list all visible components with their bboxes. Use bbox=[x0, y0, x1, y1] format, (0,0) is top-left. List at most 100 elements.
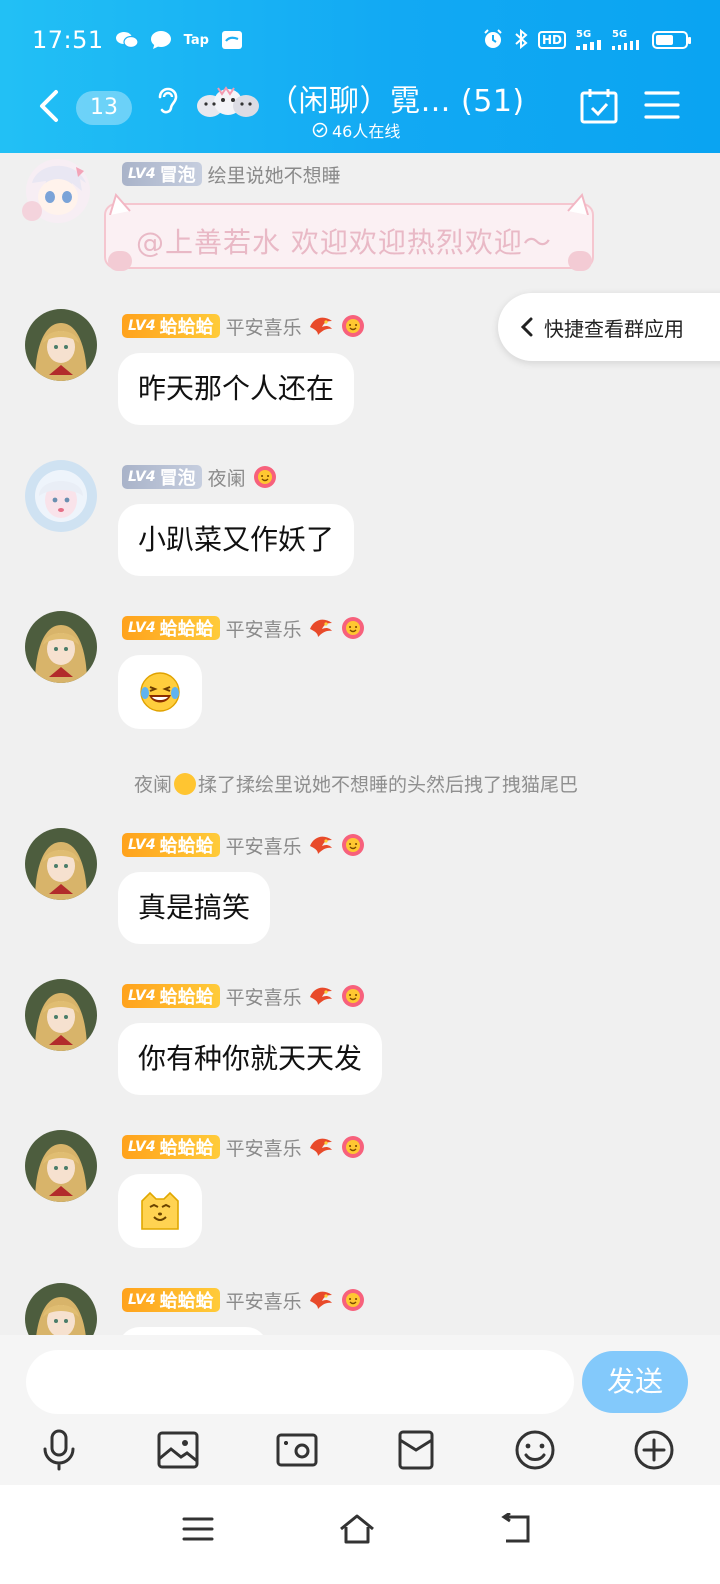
level-badge: LV4 冒泡 bbox=[122, 465, 202, 489]
level-label: LV4 bbox=[128, 469, 156, 485]
image-button[interactable] bbox=[155, 1427, 201, 1473]
level-badge: LV4 蛤蛤蛤 bbox=[122, 984, 220, 1008]
group-title[interactable]: （闲聊）霓… (51) bbox=[268, 76, 525, 120]
flower-icon bbox=[341, 1289, 364, 1311]
unread-count-badge[interactable]: 13 bbox=[76, 91, 132, 125]
avatar[interactable] bbox=[25, 309, 97, 381]
avatar[interactable] bbox=[25, 828, 97, 900]
badge-title: 蛤蛤蛤 bbox=[159, 836, 214, 857]
flower-icon bbox=[253, 466, 276, 488]
message-input[interactable] bbox=[26, 1350, 574, 1414]
message-bubble[interactable]: 真是搞笑 bbox=[118, 872, 271, 944]
quick-panel-label: 快捷查看群应用 bbox=[544, 316, 684, 341]
badge-title: 蛤蛤蛤 bbox=[159, 317, 214, 338]
avatar[interactable] bbox=[25, 1283, 97, 1335]
dragon-icon bbox=[309, 1291, 332, 1309]
signal-5g-icon: 5G bbox=[612, 30, 642, 50]
group-avatar[interactable] bbox=[196, 76, 260, 122]
message-icon bbox=[150, 30, 172, 50]
level-label: LV4 bbox=[128, 1292, 156, 1308]
sender-nick[interactable]: 平安喜乐 bbox=[226, 983, 302, 1010]
dragon-icon bbox=[309, 1138, 332, 1156]
flower-icon bbox=[341, 1136, 364, 1158]
plus-circle-icon bbox=[634, 1430, 674, 1470]
sender-nick[interactable]: 平安喜乐 bbox=[226, 1134, 302, 1161]
hd-icon: HD bbox=[537, 31, 566, 49]
dragon-icon bbox=[309, 317, 332, 335]
paw-icon bbox=[108, 251, 132, 271]
level-label: LV4 bbox=[128, 837, 156, 853]
message-meta: LV4 蛤蛤蛤 平安喜乐 bbox=[122, 1134, 366, 1160]
chevron-left-icon bbox=[520, 317, 533, 337]
dragon-icon bbox=[309, 836, 332, 854]
ear-icon[interactable] bbox=[155, 84, 181, 122]
alarm-icon bbox=[482, 28, 504, 53]
network-label: 5G bbox=[612, 29, 628, 40]
avatar[interactable] bbox=[18, 153, 102, 237]
status-bar: 17:51 Tap HD 5G 5G bbox=[32, 22, 691, 58]
system-nav-bar bbox=[0, 1485, 720, 1584]
calendar-button[interactable] bbox=[580, 88, 618, 128]
message-bubble[interactable]: 小趴菜又作妖了 bbox=[118, 504, 355, 576]
flower-icon bbox=[341, 834, 364, 856]
menu-icon bbox=[182, 1517, 214, 1541]
level-label: LV4 bbox=[128, 1139, 156, 1155]
red-packet-button[interactable] bbox=[393, 1427, 439, 1473]
check-circle-icon bbox=[312, 122, 328, 138]
cat-face-sticker-icon bbox=[141, 1191, 179, 1230]
title-bar: 13 （闲聊）霓… (51) 46人在线 bbox=[0, 72, 720, 142]
home-button[interactable] bbox=[337, 1509, 377, 1549]
microphone-icon bbox=[43, 1429, 75, 1471]
network-label: 5G bbox=[576, 29, 592, 40]
dragon-icon bbox=[309, 619, 332, 637]
badge-title: 蛤蛤蛤 bbox=[159, 1138, 214, 1159]
level-badge: LV4 蛤蛤蛤 bbox=[122, 833, 220, 857]
message-meta: LV4 冒泡 绘里说她不想睡 bbox=[122, 161, 341, 187]
sender-nick[interactable]: 夜阑 bbox=[208, 464, 246, 491]
menu-button[interactable] bbox=[644, 90, 680, 124]
sender-nick[interactable]: 平安喜乐 bbox=[226, 313, 302, 340]
input-toolbar bbox=[0, 1427, 720, 1473]
message-bubble[interactable]: 你有种你就天天发 bbox=[118, 1023, 383, 1095]
voice-button[interactable] bbox=[36, 1427, 82, 1473]
chat-message-list[interactable]: LV4 冒泡 绘里说她不想睡 @上善若水 欢迎欢迎热烈欢迎～ 快捷查看群应用 LV… bbox=[0, 153, 720, 1335]
flower-icon bbox=[341, 315, 364, 337]
sender-nick[interactable]: 平安喜乐 bbox=[226, 1287, 302, 1314]
hamburger-menu-icon bbox=[644, 91, 680, 119]
sender-nick[interactable]: 绘里说她不想睡 bbox=[208, 161, 341, 188]
camera-icon bbox=[276, 1433, 318, 1467]
system-text: 揉了揉绘里说她不想睡的头然后拽了拽猫尾巴 bbox=[198, 774, 579, 796]
level-label: LV4 bbox=[128, 620, 156, 636]
status-time: 17:51 bbox=[32, 26, 104, 54]
quick-group-apps-button[interactable]: 快捷查看群应用 bbox=[498, 293, 720, 361]
message-bubble[interactable] bbox=[118, 655, 202, 729]
camera-button[interactable] bbox=[274, 1427, 320, 1473]
avatar[interactable] bbox=[25, 611, 97, 683]
badge-title: 冒泡 bbox=[159, 165, 196, 186]
cat-ear-icon bbox=[567, 193, 589, 215]
sender-nick[interactable]: 平安喜乐 bbox=[226, 832, 302, 859]
emoji-button[interactable] bbox=[512, 1427, 558, 1473]
bluetooth-icon bbox=[514, 28, 528, 53]
level-badge: LV4 蛤蛤蛤 bbox=[122, 314, 220, 338]
back-nav-button[interactable] bbox=[496, 1509, 536, 1549]
message-meta: LV4 冒泡 夜阑 bbox=[122, 464, 278, 490]
sender-nick[interactable]: 平安喜乐 bbox=[226, 615, 302, 642]
send-button[interactable]: 发送 bbox=[582, 1351, 688, 1413]
app-icon bbox=[221, 30, 243, 50]
message-bubble[interactable] bbox=[118, 1174, 202, 1248]
system-message: 夜阑 揉了揉绘里说她不想睡的头然后拽了拽猫尾巴 bbox=[0, 770, 720, 797]
more-button[interactable] bbox=[631, 1427, 677, 1473]
message-bubble[interactable]: 昨天那个人还在 bbox=[118, 353, 355, 425]
online-count[interactable]: 46人在线 bbox=[312, 118, 400, 142]
recent-apps-button[interactable] bbox=[178, 1509, 218, 1549]
crying-emoji-icon bbox=[174, 773, 196, 795]
battery-icon bbox=[652, 31, 691, 49]
system-actor[interactable]: 夜阑 bbox=[134, 774, 172, 796]
back-button[interactable] bbox=[36, 86, 66, 126]
badge-title: 蛤蛤蛤 bbox=[159, 987, 214, 1008]
message-bubble[interactable] bbox=[118, 1327, 268, 1335]
avatar[interactable] bbox=[25, 1130, 97, 1202]
avatar[interactable] bbox=[25, 979, 97, 1051]
avatar[interactable] bbox=[25, 460, 97, 532]
